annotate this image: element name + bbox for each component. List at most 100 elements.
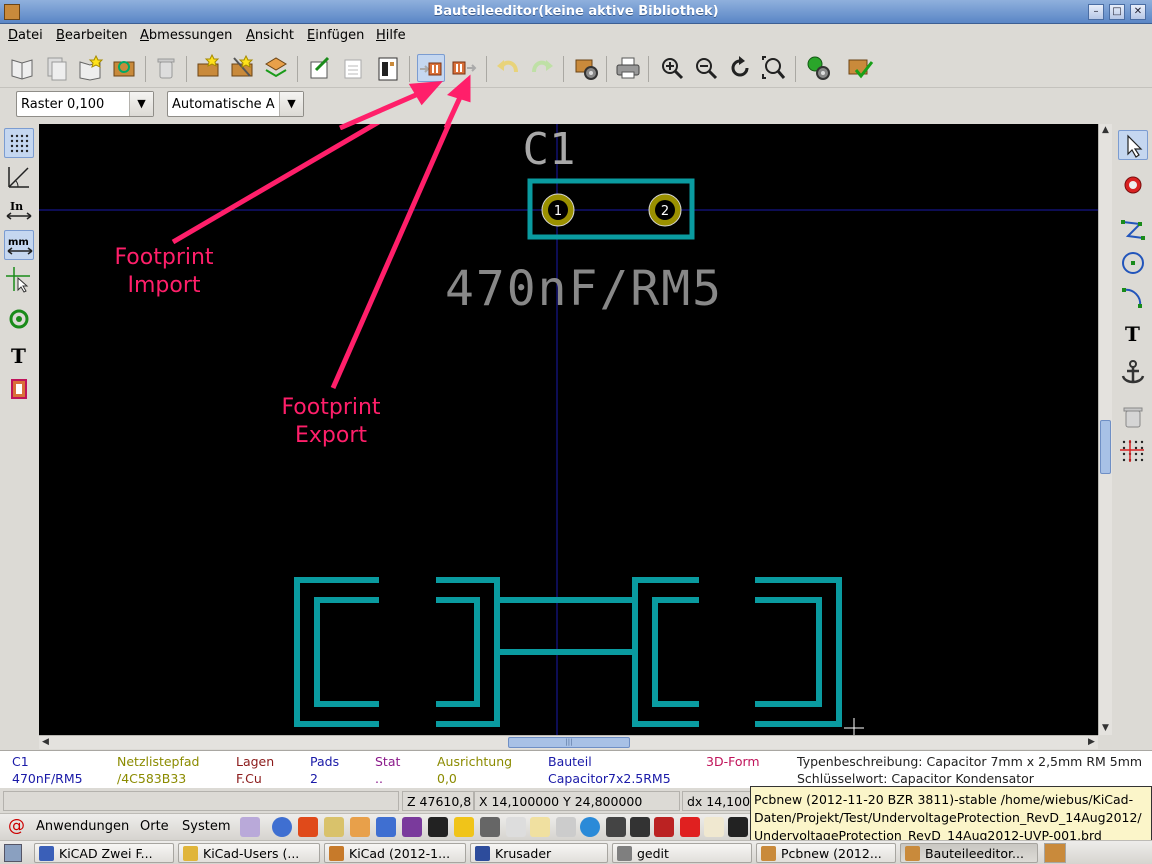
polar-coords-button[interactable] bbox=[4, 162, 34, 192]
grid-select[interactable]: Raster 0,100 ▼ bbox=[16, 91, 154, 117]
delete-part-button[interactable] bbox=[152, 54, 180, 82]
footprint-export-button[interactable] bbox=[450, 54, 478, 82]
units-mm-button[interactable]: mm bbox=[4, 230, 34, 260]
tex-launcher-icon[interactable] bbox=[556, 817, 576, 837]
clock-launcher-icon[interactable] bbox=[240, 817, 260, 837]
pad-1[interactable]: 1 bbox=[541, 193, 575, 227]
add-circle-button[interactable] bbox=[1118, 248, 1148, 278]
scroll-right-icon[interactable]: ▶ bbox=[1085, 736, 1098, 749]
grid-origin-button[interactable] bbox=[1118, 436, 1148, 466]
maximize-button[interactable]: □ bbox=[1109, 4, 1125, 20]
footprint-canvas[interactable]: C1 1 2 470nF/RM5 Footprint Import Footpr… bbox=[39, 124, 1098, 735]
mail-launcher-icon[interactable] bbox=[454, 817, 474, 837]
insert-board-button[interactable] bbox=[340, 54, 368, 82]
undo-button[interactable] bbox=[494, 54, 522, 82]
zoom-in-button[interactable] bbox=[658, 54, 686, 82]
editor-launcher-icon[interactable] bbox=[506, 817, 526, 837]
units-inch-button[interactable]: In bbox=[4, 196, 34, 226]
vertical-scrollbar[interactable]: ▲ ▼ bbox=[1098, 124, 1112, 735]
grid-toggle-button[interactable] bbox=[4, 128, 34, 158]
footprint-options-button[interactable] bbox=[572, 54, 600, 82]
task-gedit[interactable]: gedit bbox=[612, 843, 752, 863]
zoom-fit-button[interactable] bbox=[760, 54, 788, 82]
horizontal-scrollbar[interactable]: ◀ ||| ▶ bbox=[39, 735, 1098, 749]
reference-text[interactable]: C1 bbox=[523, 124, 576, 175]
inkscape-launcher-icon[interactable] bbox=[630, 817, 650, 837]
task-bauteileeditor[interactable]: Bauteileeditor... bbox=[900, 843, 1038, 863]
gimp-launcher-icon[interactable] bbox=[606, 817, 626, 837]
add-arc-button[interactable] bbox=[1118, 282, 1148, 312]
menu-system[interactable]: System bbox=[182, 819, 230, 834]
menu-einfuegen[interactable]: Einfügen bbox=[307, 28, 364, 43]
terminal-launcher-icon[interactable] bbox=[428, 817, 448, 837]
crosshair-icon bbox=[6, 267, 30, 293]
pad-2[interactable]: 2 bbox=[648, 193, 682, 227]
task-kicad-zwei[interactable]: KiCAD Zwei F... bbox=[34, 843, 174, 863]
emacs-launcher-icon[interactable] bbox=[402, 817, 422, 837]
place-anchor-button[interactable] bbox=[1118, 358, 1148, 388]
new-footprint-button[interactable] bbox=[194, 53, 222, 82]
select-tool-button[interactable] bbox=[1118, 130, 1148, 160]
debian-swirl-icon[interactable]: @ bbox=[8, 816, 25, 836]
task-pcbnew[interactable]: Pcbnew (2012... bbox=[756, 843, 896, 863]
redo-button[interactable] bbox=[528, 54, 556, 82]
task-kicad-users[interactable]: KiCad-Users (... bbox=[178, 843, 320, 863]
chevron-down-icon[interactable]: ▼ bbox=[279, 92, 303, 116]
library-browse-button[interactable] bbox=[110, 54, 138, 82]
load-from-board-button[interactable] bbox=[262, 54, 290, 82]
print-button[interactable] bbox=[614, 54, 642, 82]
add-pad-button[interactable] bbox=[1118, 170, 1148, 200]
select-library-button[interactable] bbox=[8, 54, 36, 82]
delete-tool-button[interactable] bbox=[1118, 402, 1148, 432]
vertical-scroll-thumb[interactable] bbox=[1100, 420, 1111, 474]
menu-abmessungen[interactable]: Abmessungen bbox=[140, 28, 232, 43]
cursor-launcher-icon[interactable] bbox=[376, 817, 396, 837]
zoom-out-button[interactable] bbox=[692, 54, 720, 82]
zoom-select[interactable]: Automatische A ▼ bbox=[167, 91, 304, 117]
scroll-down-icon[interactable]: ▼ bbox=[1099, 722, 1112, 735]
update-board-button[interactable] bbox=[306, 54, 334, 82]
menu-ansicht[interactable]: Ansicht bbox=[246, 28, 294, 43]
scroll-up-icon[interactable]: ▲ bbox=[1099, 124, 1112, 137]
pad-settings-button[interactable] bbox=[804, 54, 832, 82]
show-text-sketch-button[interactable]: T bbox=[4, 340, 34, 370]
menu-places[interactable]: Orte bbox=[140, 819, 169, 834]
show-edges-sketch-button[interactable] bbox=[4, 374, 34, 404]
check-footprint-button[interactable] bbox=[846, 54, 874, 82]
add-text-button[interactable]: T bbox=[1118, 318, 1148, 348]
show-pads-sketch-button[interactable] bbox=[4, 304, 34, 334]
close-button[interactable]: ✕ bbox=[1130, 4, 1146, 20]
pcb-launcher-icon[interactable] bbox=[680, 817, 700, 837]
checker-launcher-icon[interactable] bbox=[324, 817, 344, 837]
footprint-import-button[interactable] bbox=[417, 54, 445, 82]
show-desktop-icon[interactable] bbox=[4, 844, 22, 862]
cursor-shape-button[interactable] bbox=[4, 264, 34, 294]
add-line-button[interactable] bbox=[1118, 214, 1148, 244]
tool-launcher-icon[interactable] bbox=[298, 817, 318, 837]
calculator-launcher-icon[interactable] bbox=[480, 817, 500, 837]
notes-launcher-icon[interactable] bbox=[530, 817, 550, 837]
scroll-left-icon[interactable]: ◀ bbox=[39, 736, 52, 749]
new-library-button[interactable] bbox=[76, 54, 104, 82]
chevron-down-icon[interactable]: ▼ bbox=[129, 92, 153, 116]
value-text[interactable]: 470nF/RM5 bbox=[445, 261, 723, 317]
task-kicad-main[interactable]: KiCad (2012-1... bbox=[324, 843, 466, 863]
menu-applications[interactable]: Anwendungen bbox=[36, 819, 129, 834]
menu-bearbeiten[interactable]: Bearbeiten bbox=[56, 28, 127, 43]
footprint-properties-button[interactable] bbox=[374, 54, 402, 82]
document-launcher-icon[interactable] bbox=[704, 817, 724, 837]
globe-launcher-icon[interactable] bbox=[580, 817, 600, 837]
horizontal-scroll-thumb[interactable]: ||| bbox=[508, 737, 630, 748]
task-extra-icon[interactable] bbox=[1044, 843, 1066, 863]
paint-launcher-icon[interactable] bbox=[654, 817, 674, 837]
browser-launcher-icon[interactable] bbox=[272, 817, 292, 837]
save-library-button[interactable] bbox=[42, 54, 70, 82]
footprint-wizard-button[interactable] bbox=[228, 54, 256, 82]
menu-hilfe[interactable]: Hilfe bbox=[376, 28, 406, 43]
minimize-button[interactable]: – bbox=[1088, 4, 1104, 20]
task-krusader[interactable]: Krusader bbox=[470, 843, 608, 863]
menu-datei[interactable]: Datei bbox=[8, 28, 43, 43]
bird-launcher-icon[interactable] bbox=[350, 817, 370, 837]
redraw-button[interactable] bbox=[726, 54, 754, 82]
chip-launcher-icon[interactable] bbox=[728, 817, 748, 837]
